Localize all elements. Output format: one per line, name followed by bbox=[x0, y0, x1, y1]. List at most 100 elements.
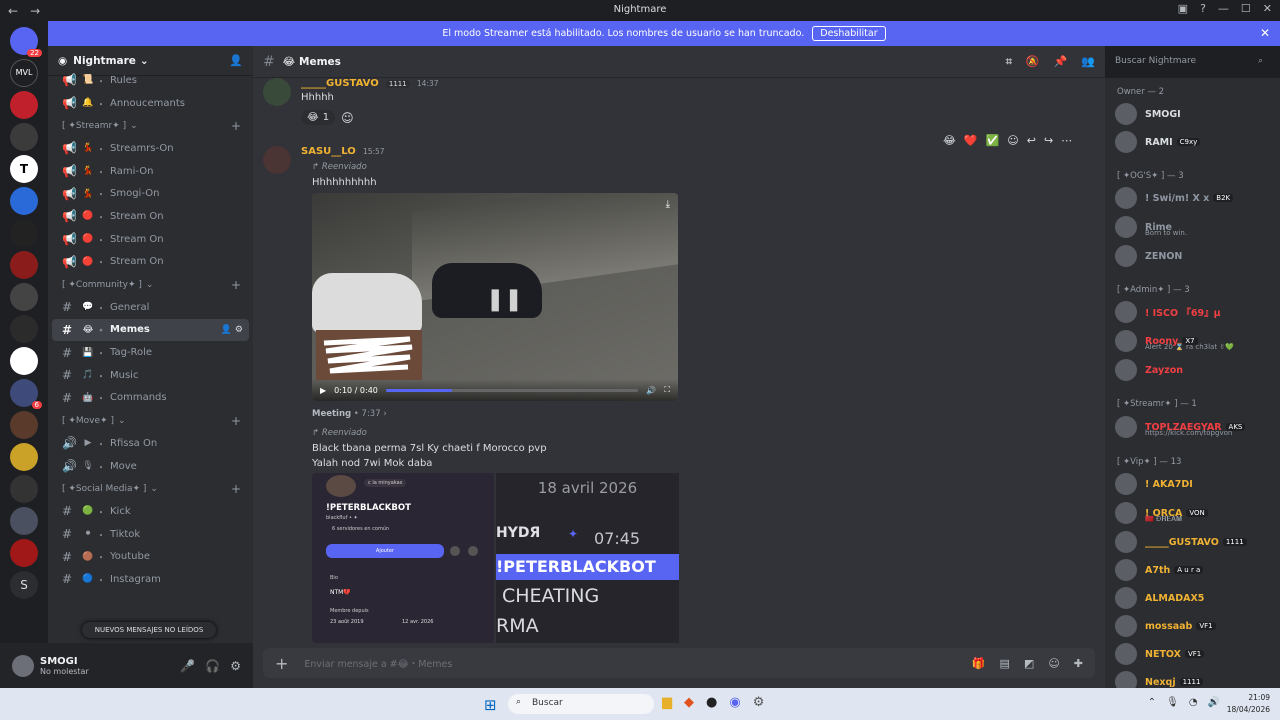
reply-icon[interactable]: ↩ bbox=[1027, 134, 1036, 147]
channel-item[interactable]: 📢 🔴 ・ Stream On bbox=[52, 205, 249, 228]
channel-item[interactable]: # 🤖 ・ Commands bbox=[52, 387, 249, 410]
create-channel-icon[interactable]: + bbox=[231, 278, 241, 292]
member-item[interactable]: Roony X7 Alert 20 ⌛ ra ch3lat ✌💚 bbox=[1113, 326, 1280, 356]
message-author[interactable]: SASU__LO bbox=[301, 146, 356, 157]
inbox-icon[interactable]: ▣ bbox=[1178, 2, 1188, 15]
settings-icon[interactable]: ⚙ bbox=[753, 695, 765, 710]
server-icon[interactable] bbox=[10, 539, 38, 567]
server-icon[interactable] bbox=[10, 123, 38, 151]
gear-icon[interactable]: ⚙ bbox=[230, 659, 241, 673]
image-attachment[interactable]: c la minyakas !PETERBLACKBOT blackfluf •… bbox=[312, 473, 494, 643]
member-item[interactable]: ! ISCO 『69』μ bbox=[1113, 298, 1280, 326]
server-icon-s[interactable]: S bbox=[10, 571, 38, 599]
minimize-button[interactable]: — bbox=[1218, 2, 1229, 15]
invite-icon[interactable]: 👤 bbox=[221, 325, 232, 335]
channel-category[interactable]: [ ✦Move✦ ] ⌄ + bbox=[48, 409, 253, 432]
discord-icon[interactable]: ◉ bbox=[729, 695, 740, 710]
download-icon[interactable]: ⤓ bbox=[666, 199, 670, 210]
create-channel-icon[interactable]: + bbox=[231, 482, 241, 496]
invite-people-icon[interactable]: 👤 bbox=[229, 54, 243, 67]
new-unread-messages-pill[interactable]: NUEVOS MENSAJES NO LEÍDOS bbox=[82, 622, 216, 638]
pin-icon[interactable]: 📌 bbox=[1054, 55, 1068, 69]
member-item[interactable]: Nexqj 1111 bbox=[1113, 668, 1280, 688]
channel-item[interactable]: # 🟢 ・ Kick bbox=[52, 500, 249, 523]
gift-icon[interactable]: 🎁 bbox=[972, 657, 986, 670]
channel-category[interactable]: [ ✦Social Media✦ ] ⌄ + bbox=[48, 477, 253, 500]
member-item[interactable]: ZENON bbox=[1113, 242, 1280, 270]
close-window-button[interactable]: ✕ bbox=[1263, 2, 1272, 15]
member-item[interactable]: ! AKA7DI bbox=[1113, 470, 1280, 498]
file-explorer-icon[interactable]: ▆ bbox=[662, 695, 672, 710]
member-item[interactable]: NETOX VF1 bbox=[1113, 640, 1280, 668]
microphone-icon[interactable]: 🎤 bbox=[180, 659, 195, 673]
check-emoji-icon[interactable]: ✅ bbox=[986, 134, 1000, 147]
network-icon[interactable]: ◔ bbox=[1189, 697, 1198, 708]
member-list-icon[interactable]: 👥 bbox=[1081, 55, 1095, 69]
windows-start-icon[interactable]: ⊞ bbox=[484, 696, 497, 714]
gif-icon[interactable]: ▤ bbox=[1000, 657, 1010, 670]
direct-messages-icon[interactable]: 22 bbox=[10, 27, 42, 57]
apps-icon[interactable]: ✚ bbox=[1074, 657, 1083, 670]
headphones-icon[interactable]: 🎧 bbox=[205, 659, 220, 673]
obs-icon[interactable]: ● bbox=[706, 695, 717, 710]
channel-category[interactable]: [ ✦Streamr✦ ] ⌄ + bbox=[48, 114, 253, 137]
server-icon[interactable] bbox=[10, 411, 38, 439]
member-item[interactable]: ! ORCA VON 🇲🇦 Ð𝐑𝐄𝐀𝐌 bbox=[1113, 498, 1280, 528]
threads-icon[interactable]: ⌗ bbox=[1006, 55, 1012, 69]
microphone-icon[interactable]: 🎙 bbox=[1166, 697, 1179, 708]
help-icon[interactable]: ? bbox=[1200, 2, 1206, 15]
pause-icon[interactable]: ❚❚ bbox=[486, 287, 523, 312]
member-item[interactable]: A7th A u r a bbox=[1113, 556, 1280, 584]
channel-item[interactable]: # 🟤 ・ Youtube bbox=[52, 545, 249, 568]
member-item[interactable]: TOPLZAEGYAR AKS https://kick.com/topgvon bbox=[1113, 412, 1280, 442]
channel-item[interactable]: 📢 🔴 ・ Stream On bbox=[52, 251, 249, 274]
member-item[interactable]: ! Swi/m! X x B2K bbox=[1113, 184, 1280, 212]
member-item[interactable]: mossaab VF1 bbox=[1113, 612, 1280, 640]
search-input[interactable]: Buscar Nightmare ⌕ bbox=[1105, 52, 1273, 72]
sticker-icon[interactable]: ◩ bbox=[1024, 657, 1034, 670]
channel-item[interactable]: 📢 🔔 ・ Annoucemants bbox=[52, 92, 249, 115]
heart-emoji-icon[interactable]: ❤️ bbox=[964, 134, 978, 147]
channel-item[interactable]: # 💬 ・ General bbox=[52, 296, 249, 319]
member-item[interactable]: SMOGI bbox=[1113, 100, 1280, 128]
nightmare-server-icon[interactable] bbox=[10, 315, 38, 343]
channel-item[interactable]: 📢 💃 ・ Rami-On bbox=[52, 160, 249, 183]
add-reaction-icon[interactable]: ☺ bbox=[1007, 134, 1018, 147]
server-icon[interactable] bbox=[10, 251, 38, 279]
fullscreen-icon[interactable]: ⛶ bbox=[664, 385, 670, 395]
member-item[interactable]: _____GUSTAVO 1111 bbox=[1113, 528, 1280, 556]
gear-icon[interactable]: ⚙ bbox=[235, 325, 243, 335]
emoji-icon[interactable]: ☺ bbox=[1048, 657, 1059, 670]
reaction[interactable]: 😂 1 bbox=[301, 110, 336, 125]
close-banner-icon[interactable]: ✕ bbox=[1260, 26, 1270, 40]
server-icon[interactable] bbox=[10, 443, 38, 471]
maximize-button[interactable]: ☐ bbox=[1241, 2, 1251, 15]
channel-item[interactable]: 📢 💃 ・ Smogi-On bbox=[52, 182, 249, 205]
more-icon[interactable]: ⋯ bbox=[1061, 134, 1072, 147]
server-icon[interactable] bbox=[10, 91, 38, 119]
server-icon[interactable]: 6 bbox=[10, 379, 42, 409]
channel-item[interactable]: 📢 📜 ・ Rules bbox=[52, 69, 249, 92]
member-item[interactable]: RAMI C9xy bbox=[1113, 128, 1280, 156]
server-icon-mvl[interactable]: MVL bbox=[10, 59, 38, 87]
member-item[interactable]: Zayzon bbox=[1113, 356, 1280, 384]
message-composer[interactable]: + Enviar mensaje a #😂・Memes 🎁 ▤ ◩ ☺ ✚ bbox=[263, 648, 1095, 678]
clock[interactable]: 21:09 18/04/2026 bbox=[1227, 692, 1270, 716]
avatar[interactable] bbox=[263, 78, 291, 106]
channel-item[interactable]: 📢 💃 ・ Streamrs-On bbox=[52, 137, 249, 160]
channel-item[interactable]: # 🎵 ・ Music bbox=[52, 364, 249, 387]
avatar[interactable] bbox=[263, 146, 291, 174]
forward-icon[interactable]: ↪ bbox=[1044, 134, 1053, 147]
message-author[interactable]: _____GUSTAVO bbox=[301, 78, 379, 89]
server-icon[interactable] bbox=[10, 219, 38, 247]
add-reaction-icon[interactable]: ☺ bbox=[341, 111, 354, 125]
create-channel-icon[interactable]: + bbox=[231, 119, 241, 133]
notification-bell-icon[interactable]: 🔕 bbox=[1026, 55, 1040, 69]
add-attachment-icon[interactable]: + bbox=[275, 654, 288, 673]
channel-item[interactable]: # 💾 ・ Tag-Role bbox=[52, 341, 249, 364]
video-player[interactable]: ❚❚ ⤓ ▶ 0:10 / 0:40 🔊 ⛶ bbox=[312, 193, 678, 401]
server-icon[interactable] bbox=[10, 283, 38, 311]
video-progress[interactable] bbox=[385, 388, 639, 392]
channel-item[interactable]: # 🔵 ・ Instagram bbox=[52, 568, 249, 591]
channel-item[interactable]: # ⚫ ・ Tiktok bbox=[52, 523, 249, 546]
